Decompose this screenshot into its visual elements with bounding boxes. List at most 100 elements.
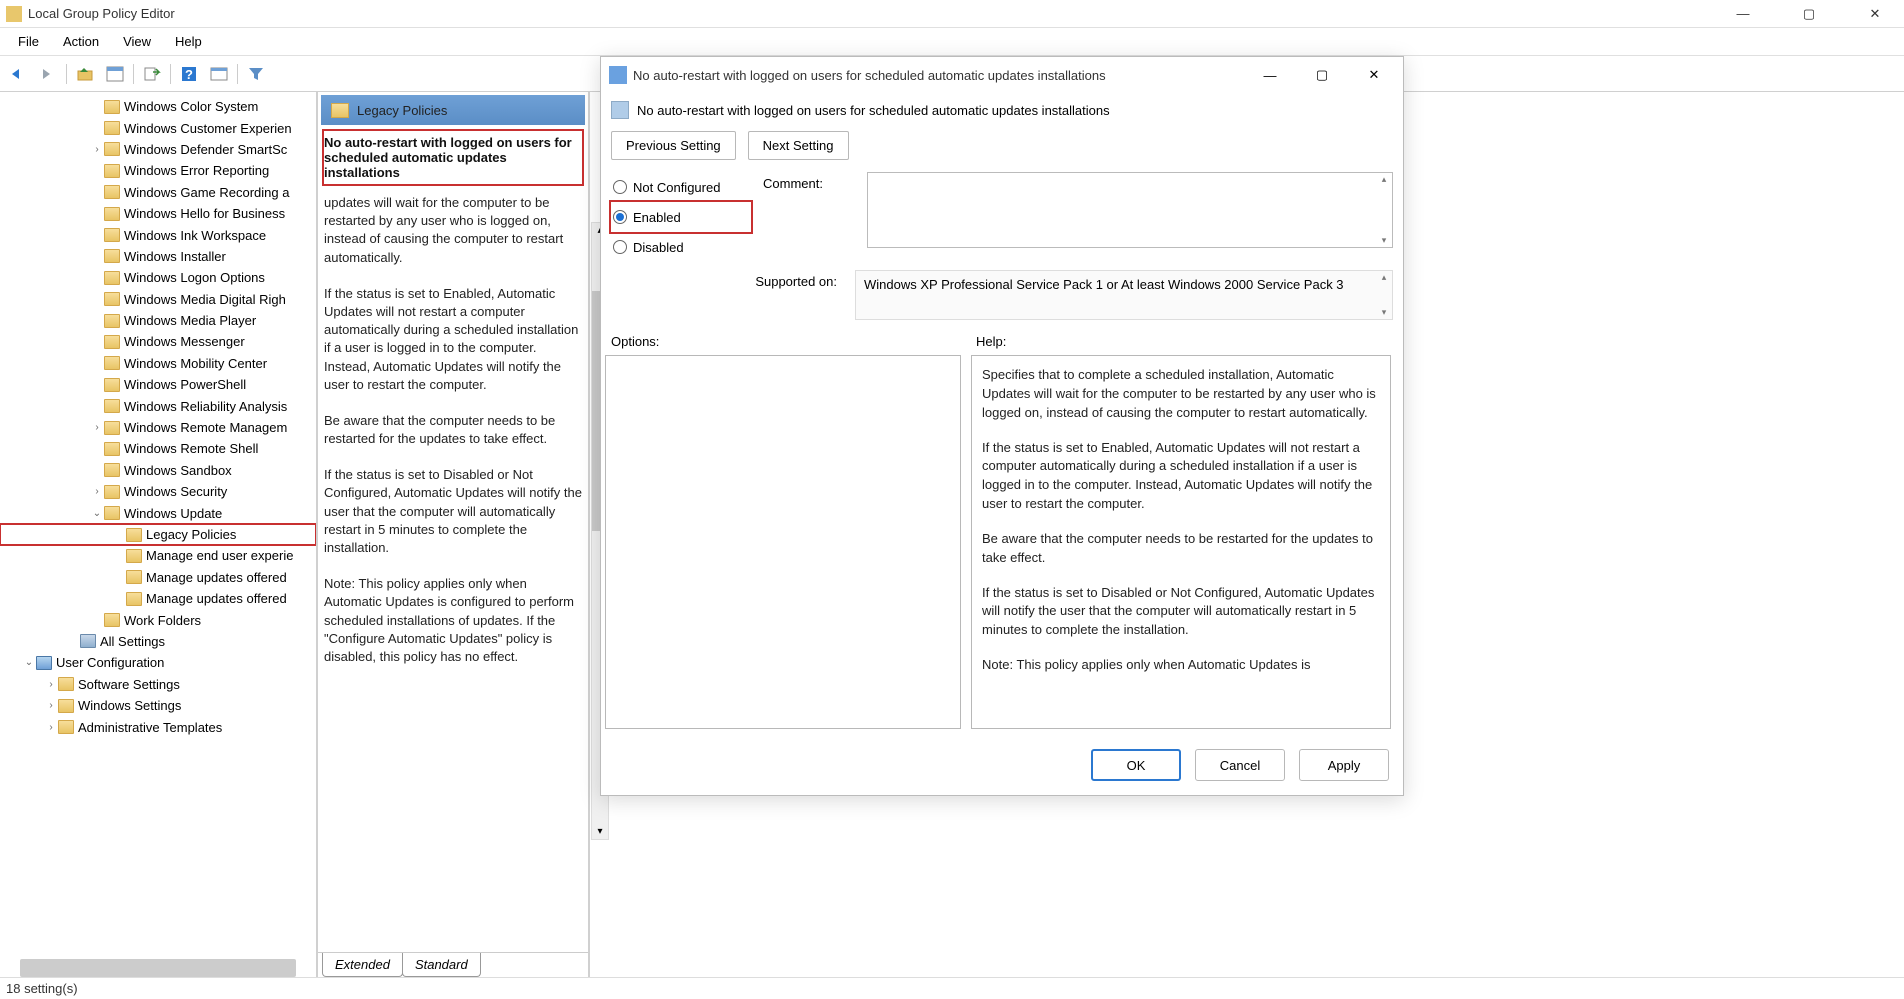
menu-help[interactable]: Help [165, 30, 212, 53]
tree-item[interactable]: › Software Settings [0, 674, 316, 695]
tree-item[interactable]: Manage updates offered [0, 588, 316, 609]
dialog-maximize-button[interactable]: ▢ [1305, 60, 1339, 90]
expand-icon[interactable]: › [44, 722, 58, 733]
tree-list[interactable]: Windows Color SystemWindows Customer Exp… [0, 92, 316, 957]
folder-icon [80, 634, 96, 648]
expand-icon[interactable]: › [90, 422, 104, 433]
tree-item[interactable]: All Settings [0, 631, 316, 652]
back-icon[interactable] [6, 62, 30, 86]
cancel-button[interactable]: Cancel [1195, 749, 1285, 781]
tree-item[interactable]: ›Windows Settings [0, 695, 316, 716]
toolbar-separator [237, 64, 238, 84]
expand-icon[interactable]: › [90, 486, 104, 497]
tab-extended[interactable]: Extended [322, 953, 403, 977]
expand-icon[interactable]: ⌄ [90, 508, 104, 519]
tree-item-label: Windows Remote Managem [124, 420, 287, 435]
ok-button[interactable]: OK [1091, 749, 1181, 781]
tree-item[interactable]: Windows Media Digital Righ [0, 289, 316, 310]
tree-item-label: Legacy Policies [146, 527, 236, 542]
expand-icon[interactable]: › [90, 144, 104, 155]
close-button[interactable]: ✕ [1852, 0, 1898, 28]
tree-item[interactable]: Windows PowerShell [0, 374, 316, 395]
tree-item-label: Windows Media Digital Righ [124, 292, 286, 307]
folder-icon [104, 292, 120, 306]
folder-icon [104, 164, 120, 178]
tree-item[interactable]: Windows Media Player [0, 310, 316, 331]
folder-icon [104, 506, 120, 520]
properties-icon[interactable] [207, 62, 231, 86]
folder-icon [58, 677, 74, 691]
tree-item[interactable]: ›Windows Defender SmartSc [0, 139, 316, 160]
menu-file[interactable]: File [8, 30, 49, 53]
tree-item-label: Software Settings [78, 677, 180, 692]
expand-icon[interactable]: ⌄ [22, 657, 36, 668]
tree-item[interactable]: Windows Hello for Business [0, 203, 316, 224]
expand-icon[interactable]: › [44, 679, 58, 690]
folder-icon [126, 570, 142, 584]
radio-not-configured[interactable]: Not Configured [611, 172, 751, 202]
apply-button[interactable]: Apply [1299, 749, 1389, 781]
expand-icon[interactable]: › [44, 700, 58, 711]
menu-view[interactable]: View [113, 30, 161, 53]
tree-item[interactable]: › Windows Remote Managem [0, 417, 316, 438]
folder-icon [104, 249, 120, 263]
radio-label: Disabled [633, 240, 684, 255]
tree-item[interactable]: ›Administrative Templates [0, 716, 316, 737]
tree-item[interactable]: Windows Logon Options [0, 267, 316, 288]
tree-item[interactable]: Legacy Policies [0, 524, 316, 545]
menu-action[interactable]: Action [53, 30, 109, 53]
supported-row: Supported on: Windows XP Professional Se… [601, 270, 1403, 320]
folder-icon [104, 142, 120, 156]
show-tree-icon[interactable] [103, 62, 127, 86]
details-header-title: Legacy Policies [357, 103, 447, 118]
tree-item[interactable]: Windows Ink Workspace [0, 224, 316, 245]
folder-icon [104, 613, 120, 627]
tree-item-label: Windows Remote Shell [124, 441, 258, 456]
up-folder-icon[interactable] [73, 62, 97, 86]
help-paragraph: If the status is set to Disabled or Not … [982, 584, 1380, 641]
tab-standard[interactable]: Standard [402, 953, 481, 977]
options-label: Options: [611, 334, 976, 349]
state-comment-row: Not Configured Enabled Disabled Comment:… [601, 172, 1403, 262]
radio-disabled[interactable]: Disabled [611, 232, 751, 262]
export-icon[interactable] [140, 62, 164, 86]
tree-item[interactable]: Windows Color System [0, 96, 316, 117]
previous-setting-button[interactable]: Previous Setting [611, 131, 736, 160]
help-icon[interactable]: ? [177, 62, 201, 86]
tree-item[interactable]: ⌄Windows Update [0, 502, 316, 523]
help-paragraph: Note: This policy applies only when Auto… [982, 656, 1380, 675]
dialog-close-button[interactable]: ✕ [1357, 60, 1391, 90]
tree-item[interactable]: Windows Messenger [0, 331, 316, 352]
tree-item[interactable]: Windows Sandbox [0, 460, 316, 481]
minimize-button[interactable]: — [1720, 0, 1766, 28]
tree-item[interactable]: Windows Installer [0, 246, 316, 267]
folder-icon [104, 121, 120, 135]
tree-item[interactable]: ›Windows Security [0, 481, 316, 502]
tree-item[interactable]: Windows Remote Shell [0, 438, 316, 459]
tree-item[interactable]: Manage end user experie [0, 545, 316, 566]
supported-on-label: Supported on: [611, 270, 843, 320]
tree-item[interactable]: Work Folders [0, 609, 316, 630]
tree-item[interactable]: Windows Mobility Center [0, 353, 316, 374]
comment-textarea[interactable]: ▴▾ [867, 172, 1393, 248]
tree-item-label: Windows Media Player [124, 313, 256, 328]
tree-item[interactable]: Windows Customer Experien [0, 117, 316, 138]
tree-item-label: Windows Hello for Business [124, 206, 285, 221]
supported-on-text: Windows XP Professional Service Pack 1 o… [855, 270, 1393, 320]
details-tabs: Extended Standard [318, 952, 588, 977]
horizontal-scrollbar[interactable] [20, 959, 296, 977]
tree-item[interactable]: Windows Game Recording a [0, 182, 316, 203]
details-pane: Legacy Policies No auto-restart with log… [318, 92, 590, 977]
filter-icon[interactable] [244, 62, 268, 86]
tree-item[interactable]: ⌄User Configuration [0, 652, 316, 673]
tree-item-label: Windows Messenger [124, 334, 245, 349]
maximize-button[interactable]: ▢ [1786, 0, 1832, 28]
next-setting-button[interactable]: Next Setting [748, 131, 849, 160]
tree-item[interactable]: Windows Reliability Analysis [0, 395, 316, 416]
tree-item-label: Windows PowerShell [124, 377, 246, 392]
tree-item[interactable]: Manage updates offered [0, 567, 316, 588]
dialog-minimize-button[interactable]: — [1253, 60, 1287, 90]
tree-item[interactable]: Windows Error Reporting [0, 160, 316, 181]
forward-icon[interactable] [36, 62, 60, 86]
radio-enabled[interactable]: Enabled [611, 202, 751, 232]
